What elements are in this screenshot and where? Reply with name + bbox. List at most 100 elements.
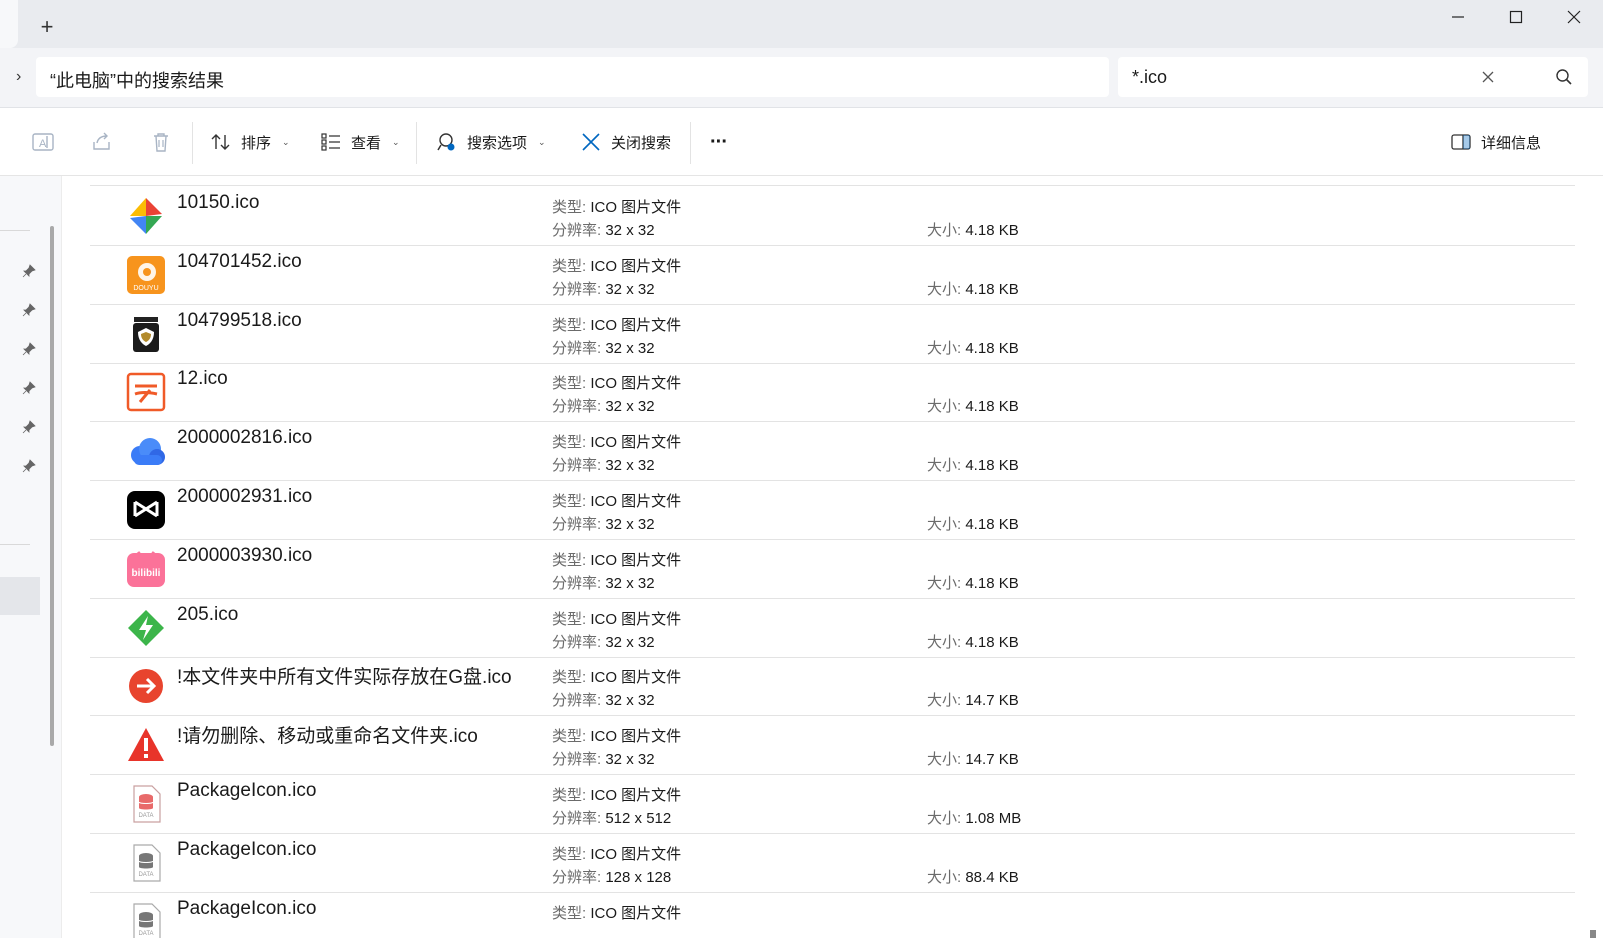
file-name[interactable]: PackageIcon.ico bbox=[177, 780, 316, 802]
pin-icon[interactable] bbox=[22, 420, 36, 434]
view-label: 查看 bbox=[351, 134, 382, 152]
search-input[interactable]: *.ico bbox=[1132, 67, 1167, 88]
more-options-button[interactable]: ··· bbox=[710, 126, 728, 158]
breadcrumb-chevron-icon[interactable]: › bbox=[16, 68, 21, 86]
table-row[interactable]: !请勿删除、移动或重命名文件夹.ico 类型: ICO 图片文件 分辨率: 32 x… bbox=[90, 715, 1575, 776]
file-name[interactable]: 2000002931.ico bbox=[177, 486, 312, 508]
table-row[interactable]: !本文件夹中所有文件实际存放在G盘.ico 类型: ICO 图片文件 分辨率: 32… bbox=[90, 656, 1575, 717]
details-pane-button[interactable]: 详细信息 bbox=[1450, 126, 1541, 158]
search-options-button[interactable]: 搜索选项 ⌄ bbox=[436, 126, 546, 158]
table-row[interactable]: 12.ico 类型: ICO 图片文件 分辨率: 32 x 32 大小: 4.18 K… bbox=[90, 362, 1575, 423]
nav-divider bbox=[0, 544, 30, 545]
resolution-value: 32 x 32 bbox=[605, 222, 655, 239]
table-row[interactable]: 2000002816.ico 类型: ICO 图片文件 分辨率: 32 x 32 大小… bbox=[90, 421, 1575, 482]
pin-icon[interactable] bbox=[22, 342, 36, 356]
file-size: 大小: 1.08 MB bbox=[927, 807, 1021, 828]
resolution-label: 分辨率: bbox=[552, 457, 606, 475]
file-name[interactable]: 2000002816.ico bbox=[177, 427, 312, 449]
nav-selected-item[interactable] bbox=[0, 577, 40, 615]
type-value: ICO 图片文件 bbox=[590, 375, 682, 393]
file-name[interactable]: PackageIcon.ico bbox=[177, 839, 316, 861]
resolution-label: 分辨率: bbox=[552, 751, 606, 769]
type-value: ICO 图片文件 bbox=[590, 728, 682, 746]
navigation-pane bbox=[0, 176, 62, 938]
file-size: 大小: 4.18 KB bbox=[927, 631, 1019, 652]
red-arrow-icon bbox=[126, 666, 166, 706]
resolution-value: 32 x 32 bbox=[605, 633, 655, 651]
table-row[interactable]: 205.ico 类型: ICO 图片文件 分辨率: 32 x 32 大小: 4.18 … bbox=[90, 598, 1575, 658]
view-list-icon bbox=[321, 133, 340, 151]
minimize-button[interactable] bbox=[1429, 0, 1487, 34]
file-name[interactable]: 12.ico bbox=[177, 368, 228, 390]
rename-icon[interactable]: A bbox=[31, 130, 55, 154]
file-type: 类型: ICO 图片文件 bbox=[552, 666, 681, 687]
pin-icon[interactable] bbox=[22, 381, 36, 395]
table-row[interactable]: 104799518.ico 类型: ICO 图片文件 分辨率: 32 x 32 大小:… bbox=[90, 304, 1575, 364]
file-name[interactable]: 10150.ico bbox=[177, 192, 259, 214]
new-tab-button[interactable]: + bbox=[34, 14, 60, 40]
file-type: 类型: ICO 图片文件 bbox=[552, 725, 681, 746]
file-resolution: 分辨率: 512 x 512 bbox=[552, 807, 671, 828]
close-search-button[interactable]: 关闭搜索 bbox=[580, 126, 671, 158]
size-label: 大小: bbox=[927, 398, 966, 416]
resolution-value: 32 x 32 bbox=[605, 692, 655, 710]
close-window-button[interactable] bbox=[1545, 0, 1603, 34]
type-value: ICO 图片文件 bbox=[590, 669, 682, 687]
file-name[interactable]: !请勿删除、移动或重命名文件夹.ico bbox=[177, 721, 478, 748]
pin-icon[interactable] bbox=[22, 264, 36, 278]
table-row[interactable]: 10150.ico 类型: ICO 图片文件 分辨率: 32 x 32 大小: 4.1… bbox=[90, 186, 1575, 246]
maximize-icon bbox=[1509, 10, 1523, 24]
table-row[interactable]: DOUYU 104701452.ico 类型: ICO 图片文件 分辨率: 32 x … bbox=[90, 245, 1575, 305]
type-value: ICO 图片文件 bbox=[590, 434, 682, 452]
warning-icon bbox=[126, 725, 166, 765]
clear-search-icon[interactable] bbox=[1478, 67, 1498, 87]
file-resolution: 分辨率: 32 x 32 bbox=[552, 454, 655, 475]
file-name[interactable]: 104701452.ico bbox=[177, 251, 302, 273]
file-size: 大小: 88.4 KB bbox=[927, 866, 1019, 887]
details-pane-label: 详细信息 bbox=[1481, 134, 1542, 152]
size-value: 1.08 MB bbox=[965, 810, 1022, 827]
table-row[interactable]: DATA PackageIcon.ico 类型: ICO 图片文件 bbox=[90, 892, 1575, 938]
view-button[interactable]: 查看 ⌄ bbox=[320, 126, 400, 158]
file-size: 大小: 4.18 KB bbox=[927, 454, 1019, 475]
file-resolution: 分辨率: 32 x 32 bbox=[552, 689, 655, 710]
table-row[interactable]: DATA PackageIcon.ico 类型: ICO 图片文件 分辨率: 128 … bbox=[90, 833, 1575, 893]
address-bar[interactable]: “此电脑”中的搜索结果 bbox=[36, 57, 1109, 97]
file-name[interactable]: !本文件夹中所有文件实际存放在G盘.ico bbox=[177, 662, 512, 689]
search-icon[interactable] bbox=[1554, 67, 1574, 87]
search-box[interactable]: *.ico bbox=[1118, 57, 1588, 97]
file-name[interactable]: PackageIcon.ico bbox=[177, 898, 316, 920]
sort-button[interactable]: 排序 ⌄ bbox=[210, 126, 290, 158]
svg-text:bilibili: bilibili bbox=[132, 568, 161, 579]
table-row[interactable]: bilibili 2000003930.ico 类型: ICO 图片文件 分辨率: 3… bbox=[90, 539, 1575, 599]
toolbar-separator bbox=[192, 122, 193, 164]
file-type: 类型: ICO 图片文件 bbox=[552, 843, 681, 864]
size-value: 4.18 KB bbox=[965, 457, 1019, 475]
resolution-value: 32 x 32 bbox=[605, 574, 655, 592]
command-bar: A 排序 ⌄ 查看 ⌄ 搜索选项 ⌄ 关闭搜索 ··· 详细信息 bbox=[0, 108, 1603, 176]
maximize-button[interactable] bbox=[1487, 0, 1545, 34]
resolution-label: 分辨率: bbox=[552, 868, 606, 886]
nav-scrollbar[interactable] bbox=[50, 226, 54, 746]
file-resolution: 分辨率: 32 x 32 bbox=[552, 337, 655, 358]
file-name[interactable]: 205.ico bbox=[177, 604, 238, 626]
pin-icon[interactable] bbox=[22, 303, 36, 317]
list-scrollbar[interactable] bbox=[1590, 930, 1596, 938]
chevron-down-icon: ⌄ bbox=[538, 136, 546, 147]
file-name[interactable]: 104799518.ico bbox=[177, 310, 302, 332]
active-tab[interactable] bbox=[0, 0, 18, 48]
toolbar-separator bbox=[690, 122, 691, 164]
file-resolution: 分辨率: 32 x 32 bbox=[552, 513, 655, 534]
table-row[interactable]: 2000002931.ico 类型: ICO 图片文件 分辨率: 32 x 32 大小… bbox=[90, 480, 1575, 540]
share-icon[interactable] bbox=[90, 130, 114, 154]
douyu-icon: DOUYU bbox=[126, 255, 166, 295]
file-name[interactable]: 2000003930.ico bbox=[177, 545, 312, 567]
table-row[interactable]: DATA PackageIcon.ico 类型: ICO 图片文件 分辨率: 512 … bbox=[90, 774, 1575, 834]
pin-icon[interactable] bbox=[22, 459, 36, 473]
delete-icon[interactable] bbox=[149, 130, 173, 154]
table-row-partial[interactable] bbox=[90, 176, 1575, 186]
chevron-down-icon: ⌄ bbox=[392, 136, 400, 147]
orange-logo-icon bbox=[126, 372, 166, 412]
file-type: 类型: ICO 图片文件 bbox=[552, 549, 681, 570]
type-label: 类型: bbox=[552, 904, 591, 922]
